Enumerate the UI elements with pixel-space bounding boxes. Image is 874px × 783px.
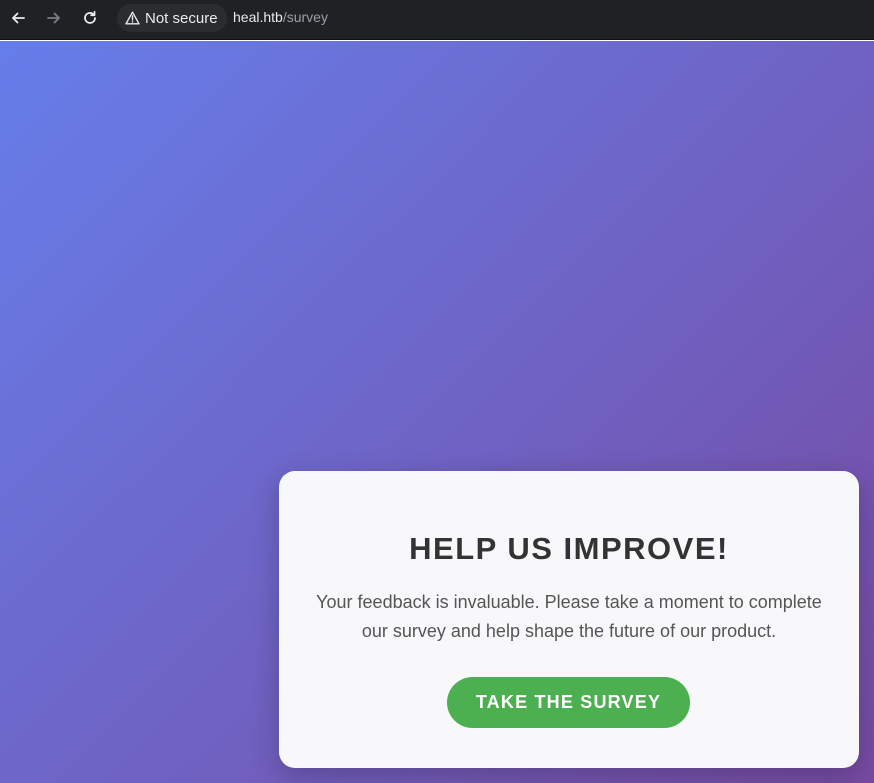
url-path: /survey bbox=[282, 9, 328, 25]
take-survey-button[interactable]: TAKE THE SURVEY bbox=[447, 677, 690, 728]
reload-icon bbox=[84, 10, 96, 24]
card-description: Your feedback is invaluable. Please take… bbox=[316, 592, 822, 641]
survey-card: HELP US IMPROVE! Your feedback is invalu… bbox=[279, 471, 859, 768]
arrow-right-icon bbox=[47, 12, 60, 24]
arrow-left-icon bbox=[12, 12, 25, 24]
warning-triangle-icon bbox=[125, 11, 140, 25]
address-bar-url[interactable]: heal.htb/survey bbox=[233, 9, 328, 25]
security-indicator[interactable]: Not secure bbox=[117, 4, 227, 32]
reload-button[interactable] bbox=[76, 6, 104, 30]
security-label: Not secure bbox=[145, 9, 218, 27]
card-title: HELP US IMPROVE! bbox=[409, 531, 729, 566]
browser-toolbar: Not secure heal.htb/survey bbox=[0, 0, 874, 40]
back-button[interactable] bbox=[4, 6, 32, 30]
page-viewport: HELP US IMPROVE! Your feedback is invalu… bbox=[0, 41, 874, 783]
url-host: heal.htb bbox=[233, 9, 283, 25]
forward-button[interactable] bbox=[40, 6, 68, 30]
